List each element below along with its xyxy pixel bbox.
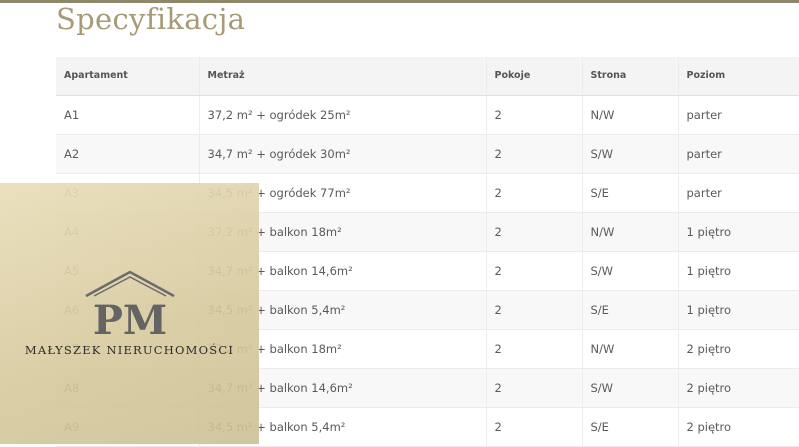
table-row: A6 34,5 m² + balkon 5,4m² 2 S/E 1 piętro [56,290,799,330]
cell-metraz: 34,7 m² + balkon 14,6m² [198,368,486,408]
cell-pokoje: 2 [485,407,582,447]
table-row: A1 37,2 m² + ogródek 25m² 2 N/W parter [56,95,799,135]
header-poziom: Poziom [677,57,799,96]
table-row: A8 34,7 m² + balkon 14,6m² 2 S/W 2 piętr… [56,368,799,408]
cell-pokoje: 2 [485,251,582,291]
cell-apartament: A2 [56,134,199,174]
cell-poziom: 1 piętro [677,251,799,291]
cell-pokoje: 2 [485,212,582,252]
cell-apartament: A3 [56,173,199,213]
cell-strona: N/W [581,95,678,135]
cell-poziom: parter [677,173,799,213]
table-row: A3 34,5 m² + ogródek 77m² 2 S/E parter [56,173,799,213]
cell-pokoje: 2 [485,368,582,408]
cell-apartament: A5 [56,251,199,291]
cell-strona: S/E [581,173,678,213]
cell-poziom: parter [677,95,799,135]
cell-poziom: 2 piętro [677,407,799,447]
cell-strona: N/W [581,329,678,369]
cell-pokoje: 2 [485,95,582,135]
table-row: A2 34,7 m² + ogródek 30m² 2 S/W parter [56,134,799,174]
cell-metraz: 34,5 m² + balkon 5,4m² [198,290,486,330]
cell-pokoje: 2 [485,290,582,330]
cell-poziom: 1 piętro [677,290,799,330]
cell-apartament: A1 [56,95,199,135]
cell-strona: S/E [581,407,678,447]
cell-poziom: 2 piętro [677,329,799,369]
cell-metraz: 37,2 m² + balkon 18m² [198,212,486,252]
cell-poziom: 1 piętro [677,212,799,252]
cell-apartament: A8 [56,368,199,408]
cell-apartament: A6 [56,290,199,330]
cell-metraz: 34,5 m² + ogródek 77m² [198,173,486,213]
header-strona: Strona [581,57,678,96]
cell-strona: S/W [581,368,678,408]
cell-strona: S/E [581,290,678,330]
table-header-row: Apartament Metraż Pokoje Strona Poziom [56,57,799,96]
cell-strona: S/W [581,251,678,291]
table-row: A5 34,7 m² + balkon 14,6m² 2 S/W 1 piętr… [56,251,799,291]
cell-metraz: 34,7 m² + balkon 14,6m² [198,251,486,291]
header-metraz: Metraż [198,57,486,96]
cell-apartament: A9 [56,407,199,447]
cell-apartament: A7 [56,329,199,369]
table-row: A4 37,2 m² + balkon 18m² 2 N/W 1 piętro [56,212,799,252]
cell-strona: N/W [581,212,678,252]
cell-pokoje: 2 [485,173,582,213]
cell-pokoje: 2 [485,329,582,369]
cell-apartament: A4 [56,212,199,252]
cell-strona: S/W [581,134,678,174]
cell-metraz: 34,5 m² + balkon 5,4m² [198,407,486,447]
header-pokoje: Pokoje [485,57,582,96]
header-apartament: Apartament [56,57,199,96]
cell-metraz: 37,2 m² + balkon 18m² [198,329,486,369]
spec-table: Apartament Metraż Pokoje Strona Poziom A… [56,57,799,447]
cell-poziom: 2 piętro [677,368,799,408]
table-row: A7 37,2 m² + balkon 18m² 2 N/W 2 piętro [56,329,799,369]
cell-metraz: 34,7 m² + ogródek 30m² [198,134,486,174]
cell-pokoje: 2 [485,134,582,174]
table-row: A9 34,5 m² + balkon 5,4m² 2 S/E 2 piętro [56,407,799,447]
cell-poziom: parter [677,134,799,174]
cell-metraz: 37,2 m² + ogródek 25m² [198,95,486,135]
page-title: Specyfikacja [56,2,246,36]
